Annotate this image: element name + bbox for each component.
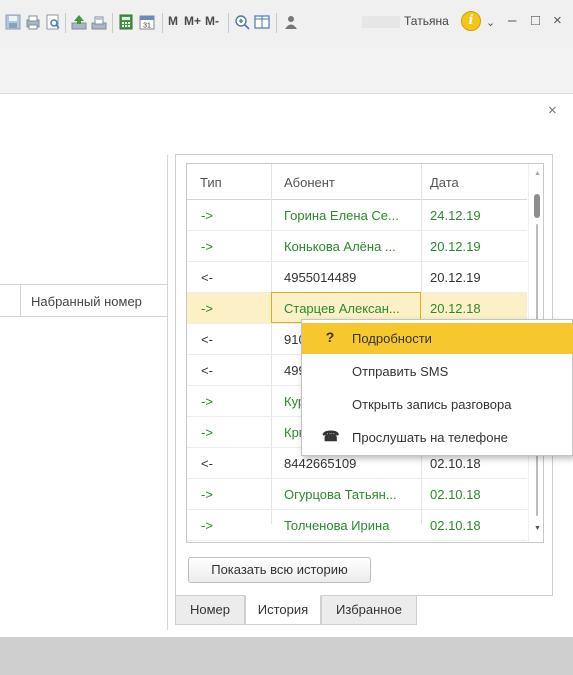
user-name[interactable]: Татьяна <box>404 14 449 28</box>
menu-item-details[interactable]: ? Подробности <box>302 323 573 354</box>
panel-close-icon[interactable]: × <box>548 102 557 119</box>
minimize-button[interactable]: – <box>508 12 516 29</box>
tab-favorites[interactable]: Избранное <box>321 595 417 625</box>
call-type: -> <box>201 301 213 316</box>
info-icon[interactable]: i <box>461 11 481 31</box>
call-date: 20.12.18 <box>430 301 481 316</box>
subscriber-name: Толченова Ирина <box>284 518 390 533</box>
column-header-subscriber[interactable]: Абонент <box>284 175 335 190</box>
print-preview-icon[interactable] <box>45 14 61 30</box>
left-list-header: Набранный номер <box>0 285 168 317</box>
subscriber-name: Огурцова Татьян... <box>284 487 397 502</box>
call-date: 24.12.19 <box>430 208 481 223</box>
subscriber-name: 8442665109 <box>284 456 357 471</box>
save-icon[interactable] <box>5 14 21 30</box>
call-type: -> <box>201 208 213 223</box>
call-date: 20.12.19 <box>430 239 481 254</box>
window-layout-icon[interactable] <box>254 14 270 30</box>
upload-icon[interactable] <box>71 14 87 30</box>
memory-subtract-button[interactable]: M- <box>205 14 219 28</box>
column-header-date[interactable]: Дата <box>430 175 459 190</box>
toolbar-separator <box>65 13 66 33</box>
calendar-icon[interactable]: 31 <box>139 14 155 30</box>
chevron-down-icon[interactable]: ⌄ <box>486 16 495 29</box>
column-separator <box>20 285 21 317</box>
main-toolbar: 31 M M+ M- Татьяна i ⌄ – □ × <box>0 0 573 48</box>
memory-add-button[interactable]: M+ <box>184 14 201 28</box>
call-type: <- <box>201 270 213 285</box>
show-all-history-button[interactable]: Показать всю историю <box>188 557 371 583</box>
menu-item-label: Подробности <box>352 331 432 346</box>
call-type: -> <box>201 518 213 533</box>
call-type: <- <box>201 456 213 471</box>
download-icon[interactable] <box>91 14 107 30</box>
context-menu: ? Подробности Отправить SMS Открыть запи… <box>301 319 573 456</box>
table-row[interactable]: <- 4955014489 20.12.19 <box>187 262 527 293</box>
call-date: 02.10.18 <box>430 487 481 502</box>
calculator-icon[interactable] <box>118 14 134 30</box>
menu-item-label: Открыть запись разговора <box>352 397 512 412</box>
svg-text:31: 31 <box>143 23 151 30</box>
telephone-icon: ☎ <box>322 428 340 444</box>
dialed-number-column-header[interactable]: Набранный номер <box>31 294 142 309</box>
subscriber-name: Старцев Алексан... <box>284 301 400 316</box>
call-date: 20.12.19 <box>430 270 481 285</box>
tab-history[interactable]: История <box>245 595 321 625</box>
print-icon[interactable] <box>25 14 41 30</box>
toolbar-separator <box>162 13 163 33</box>
sub-toolbar <box>0 48 573 94</box>
tab-number[interactable]: Номер <box>175 595 245 625</box>
menu-item-label: Прослушать на телефоне <box>352 430 508 445</box>
user-name-redacted <box>362 16 400 28</box>
column-header-type[interactable]: Тип <box>200 175 222 190</box>
menu-item-open-recording[interactable]: Открыть запись разговора <box>302 389 573 420</box>
call-date: 02.10.18 <box>430 518 481 533</box>
call-type: -> <box>201 425 213 440</box>
menu-item-listen-on-phone[interactable]: ☎ Прослушать на телефоне <box>302 422 573 453</box>
table-row[interactable]: -> Толченова Ирина 02.10.18 <box>187 510 527 541</box>
menu-item-send-sms[interactable]: Отправить SMS <box>302 356 573 387</box>
menu-item-label: Отправить SMS <box>352 364 449 379</box>
table-row[interactable]: -> Огурцова Татьян... 02.10.18 <box>187 479 527 510</box>
call-type: -> <box>201 487 213 502</box>
call-type: <- <box>201 363 213 378</box>
panel-divider <box>167 155 168 630</box>
close-button[interactable]: × <box>553 12 562 29</box>
toolbar-separator <box>228 13 229 33</box>
status-bar <box>0 637 573 675</box>
zoom-in-icon[interactable] <box>234 14 250 30</box>
call-type: -> <box>201 239 213 254</box>
call-date: 02.10.18 <box>430 456 481 471</box>
toolbar-separator <box>276 13 277 33</box>
memory-store-button[interactable]: M <box>168 14 178 28</box>
subscriber-name: Конькова Алёна ... <box>284 239 396 254</box>
table-row[interactable]: -> Конькова Алёна ... 20.12.19 <box>187 231 527 262</box>
subscriber-name: Горина Елена Се... <box>284 208 399 223</box>
toolbar-separator <box>112 13 113 33</box>
user-icon[interactable] <box>283 14 299 30</box>
call-type: <- <box>201 332 213 347</box>
scroll-up-icon[interactable]: ▲ <box>534 170 541 177</box>
maximize-button[interactable]: □ <box>531 12 540 29</box>
table-row[interactable]: -> Горина Елена Се... 24.12.19 <box>187 200 527 231</box>
scroll-down-icon[interactable]: ▼ <box>534 525 541 532</box>
call-type: -> <box>201 394 213 409</box>
question-icon: ? <box>325 329 335 345</box>
subscriber-name: 4955014489 <box>284 270 357 285</box>
scrollbar-thumb[interactable] <box>534 194 540 218</box>
grid-header: Тип Абонент Дата <box>187 164 527 200</box>
